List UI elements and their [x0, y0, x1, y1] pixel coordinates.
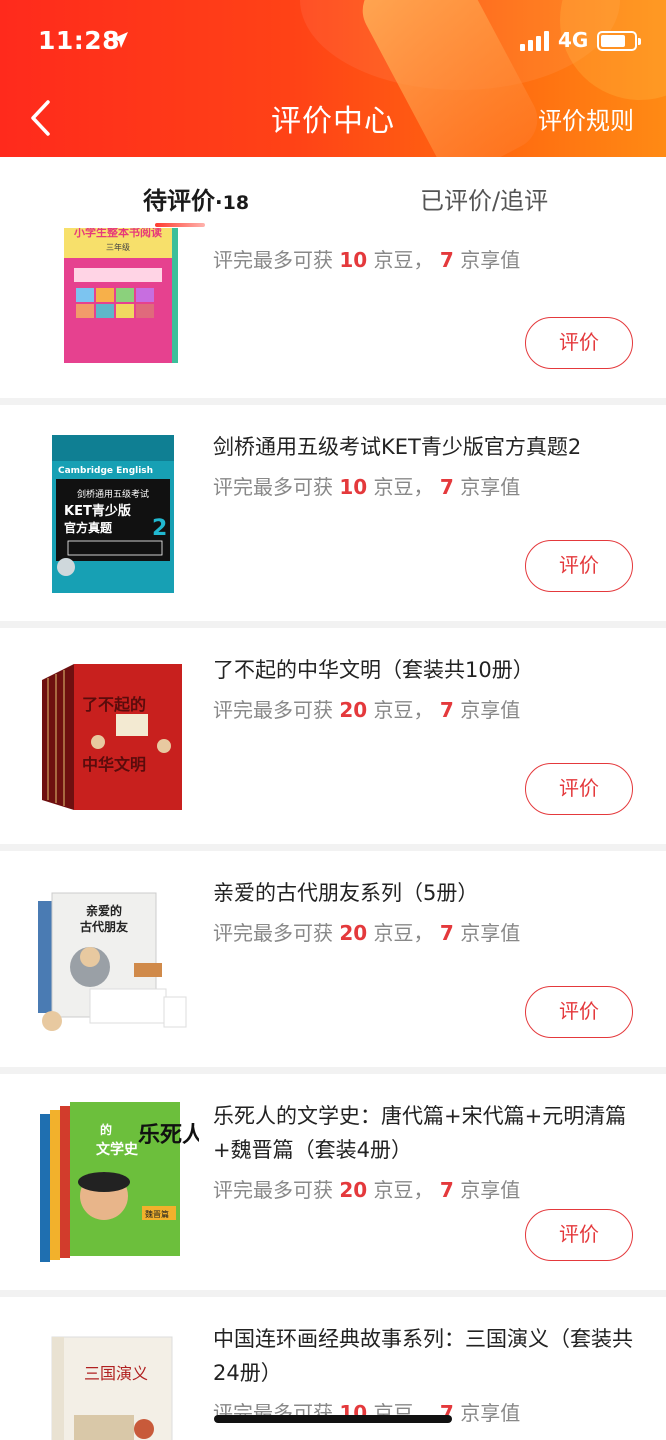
- cover-text: Cambridge English: [58, 466, 153, 476]
- battery-level: [601, 35, 625, 47]
- product-thumbnail[interactable]: Cambridge English 剑桥通用五级考试 KET青少版 官方真题 2: [34, 427, 199, 602]
- list-item: 了不起的 中华文明 了不起的中华文明（套装共10册） 评完最多可获 20 京豆，…: [0, 628, 666, 844]
- cover-text: 2: [152, 516, 167, 541]
- reward-prefix: 评完最多可获: [213, 475, 340, 499]
- jingxiang-unit: 京享值: [453, 698, 521, 722]
- product-thumbnail[interactable]: 三国演义: [34, 1319, 199, 1440]
- cover-text: 三国演义: [84, 1364, 148, 1383]
- jingdou-amount: 20: [339, 698, 368, 722]
- reward-prefix: 评完最多可获: [213, 1178, 340, 1202]
- list-item: 小学生整本书阅读 三年级 评完最多可获 10 京豆， 7 京享值 评价: [0, 228, 666, 398]
- jingxiang-value: 7: [439, 698, 454, 722]
- cover-text: 剑桥通用五级考试: [77, 488, 149, 500]
- cover-text: KET青少版: [64, 503, 131, 519]
- list-item: 的 文学史 乐死人 魏晋篇 乐死人的文学史：唐代篇+宋代篇+元明清篇+魏晋篇（套…: [0, 1074, 666, 1290]
- cover-text: 乐死人: [138, 1123, 199, 1148]
- product-thumbnail[interactable]: 亲爱的 古代朋友: [34, 871, 199, 1046]
- location-arrow-icon: [112, 32, 128, 48]
- cover-text: 亲爱的: [86, 903, 122, 918]
- cover-text: 魏晋篇: [145, 1209, 169, 1219]
- status-time: 11:28: [38, 26, 121, 55]
- jingdou-amount: 20: [339, 1178, 368, 1202]
- product-title[interactable]: 乐死人的文学史：唐代篇+宋代篇+元明清篇+魏晋篇（套装4册）: [213, 1099, 643, 1167]
- jingxiang-value: 7: [439, 248, 454, 272]
- jingxiang-unit: 京享值: [453, 1401, 521, 1425]
- cover-text: 的: [100, 1122, 112, 1137]
- jingxiang-unit: 京享值: [453, 1178, 521, 1202]
- jingxiang-unit: 京享值: [453, 248, 521, 272]
- cover-text: 三年级: [106, 242, 130, 252]
- cover-text: 小学生整本书阅读: [73, 228, 162, 239]
- jingdou-unit: 京豆，: [367, 475, 434, 499]
- cover-text: 官方真题: [64, 520, 113, 535]
- review-button[interactable]: 评价: [525, 986, 633, 1038]
- product-title[interactable]: 剑桥通用五级考试KET青少版官方真题2: [213, 430, 643, 464]
- jingdou-unit: 京豆，: [367, 1178, 434, 1202]
- jingxiang-unit: 京享值: [453, 475, 521, 499]
- signal-icon: [520, 31, 549, 51]
- jingdou-amount: 10: [339, 248, 368, 272]
- active-tab-indicator: [155, 223, 205, 227]
- cover-text: 古代朋友: [80, 919, 128, 934]
- jingxiang-value: 7: [439, 921, 454, 945]
- product-title[interactable]: 亲爱的古代朋友系列（5册）: [213, 876, 643, 910]
- jingdou-amount: 10: [339, 475, 368, 499]
- reward-info: 评完最多可获 20 京豆， 7 京享值: [213, 694, 520, 723]
- jingdou-unit: 京豆，: [367, 248, 434, 272]
- pending-count-badge: 18: [222, 192, 250, 214]
- reward-info: 评完最多可获 20 京豆， 7 京享值: [213, 917, 520, 946]
- review-button[interactable]: 评价: [525, 317, 633, 369]
- reward-prefix: 评完最多可获: [213, 921, 340, 945]
- cover-text: 文学史: [96, 1141, 139, 1158]
- jingxiang-value: 7: [439, 1178, 454, 1202]
- cover-text: 了不起的: [82, 695, 146, 714]
- product-thumbnail[interactable]: 小学生整本书阅读 三年级: [34, 228, 199, 393]
- reward-prefix: 评完最多可获: [213, 248, 340, 272]
- jingdou-amount: 20: [339, 921, 368, 945]
- reward-prefix: 评完最多可获: [213, 698, 340, 722]
- tab-separator: ·: [215, 190, 223, 214]
- review-tabs: 待评价·18 已评价/追评: [0, 157, 666, 228]
- tab-pending-review[interactable]: 待评价·18: [143, 181, 249, 216]
- product-title[interactable]: 中国连环画经典故事系列：三国演义（套装共24册）: [213, 1322, 643, 1390]
- review-button[interactable]: 评价: [525, 1209, 633, 1261]
- jingdou-unit: 京豆，: [367, 921, 434, 945]
- app-header: 11:28 4G 评价中心 评价规则: [0, 0, 666, 157]
- home-indicator[interactable]: [214, 1415, 452, 1423]
- reward-info: 评完最多可获 10 京豆， 7 京享值: [213, 471, 520, 500]
- review-button[interactable]: 评价: [525, 540, 633, 592]
- jingdou-unit: 京豆，: [367, 698, 434, 722]
- review-button[interactable]: 评价: [525, 763, 633, 815]
- list-item: Cambridge English 剑桥通用五级考试 KET青少版 官方真题 2…: [0, 405, 666, 621]
- product-thumbnail[interactable]: 的 文学史 乐死人 魏晋篇: [34, 1096, 199, 1271]
- product-title[interactable]: 了不起的中华文明（套装共10册）: [213, 653, 643, 687]
- cover-text: 中华文明: [82, 755, 146, 774]
- reward-info: 评完最多可获 20 京豆， 7 京享值: [213, 1174, 520, 1203]
- reward-info: 评完最多可获 10 京豆， 7 京享值: [213, 244, 520, 273]
- tab-label: 待评价: [143, 187, 215, 215]
- battery-icon: [597, 31, 641, 51]
- network-type: 4G: [558, 28, 589, 52]
- review-rules-link[interactable]: 评价规则: [538, 101, 634, 136]
- tab-reviewed[interactable]: 已评价/追评: [420, 181, 548, 216]
- product-thumbnail[interactable]: 了不起的 中华文明: [34, 650, 199, 825]
- jingxiang-unit: 京享值: [453, 921, 521, 945]
- jingxiang-value: 7: [439, 475, 454, 499]
- list-item: 亲爱的 古代朋友 亲爱的古代朋友系列（5册） 评完最多可获 20 京豆， 7 京…: [0, 851, 666, 1067]
